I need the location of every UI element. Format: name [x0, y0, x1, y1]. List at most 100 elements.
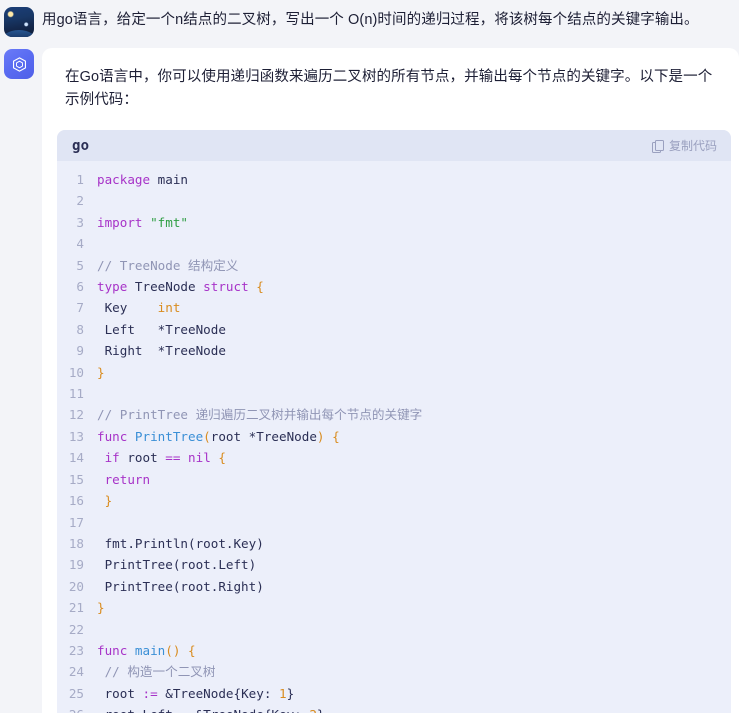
code-token: &TreeNode{Key: — [157, 685, 279, 701]
code-line-text: PrintTree(root.Left) — [97, 554, 257, 575]
code-token: "fmt" — [150, 214, 188, 230]
code-line-text: root := &TreeNode{Key: 1} — [97, 683, 295, 704]
code-token: } — [97, 364, 105, 380]
code-line: 4 — [57, 233, 731, 254]
code-line: 13 func PrintTree(root *TreeNode) { — [57, 426, 731, 447]
copy-code-label: 复制代码 — [668, 139, 717, 153]
code-token: root.Left — [97, 707, 180, 713]
code-line-number: 5 — [76, 257, 84, 273]
code-line: 20 PrintTree(root.Right) — [57, 576, 731, 597]
code-token: Left *TreeNode — [97, 321, 226, 337]
code-line-text: if root == nil { — [97, 447, 226, 468]
code-token: } — [97, 600, 105, 616]
user-message-text: 用go语言，给定一个n结点的二叉树，写出一个 O(n)时间的递归过程，将该树每个… — [42, 12, 699, 28]
code-line-number: 12 — [68, 407, 84, 423]
code-line-number: 6 — [76, 279, 84, 295]
code-token: == — [165, 450, 181, 466]
code-line: 17 — [57, 512, 731, 533]
code-line-text: func main() { — [97, 640, 196, 661]
code-line-text: type TreeNode struct { — [97, 276, 264, 297]
code-token: Right *TreeNode — [97, 343, 226, 359]
code-token: main — [134, 642, 166, 658]
code-line-number: 10 — [68, 364, 84, 380]
assistant-intro-text: 在Go语言中，你可以使用递归函数来遍历二叉树的所有节点，并输出每个节点的关键字。… — [65, 69, 713, 108]
code-line-text: Right *TreeNode — [97, 340, 226, 361]
user-message-turn: 用go语言，给定一个n结点的二叉树，写出一个 O(n)时间的递归过程，将该树每个… — [0, 0, 739, 37]
code-line-text: // 构造一个二叉树 — [97, 661, 216, 682]
copy-code-button[interactable]: 复制代码 — [651, 137, 717, 154]
code-line: 8 Left *TreeNode — [57, 319, 731, 340]
code-line-number: 17 — [68, 514, 84, 530]
code-language-label: go — [72, 137, 90, 154]
code-line-text: func PrintTree(root *TreeNode) { — [97, 426, 340, 447]
code-line-number: 11 — [68, 386, 84, 402]
code-token: := — [142, 685, 158, 701]
code-token: func — [97, 428, 135, 444]
code-line-number: 21 — [68, 600, 84, 616]
code-line: 14 if root == nil { — [57, 447, 731, 468]
assistant-avatar[interactable] — [4, 49, 34, 79]
code-token: // 构造一个二叉树 — [97, 664, 216, 680]
code-line: 24 // 构造一个二叉树 — [57, 661, 731, 682]
code-token: root — [127, 450, 166, 466]
code-line-number: 15 — [68, 471, 84, 487]
code-line-number: 23 — [68, 642, 84, 658]
code-line-text: root.Left = &TreeNode{Key: 2} — [97, 704, 325, 713]
code-line: 21} — [57, 597, 731, 618]
code-line-text: // TreeNode 结构定义 — [97, 255, 238, 276]
code-token: int — [157, 300, 181, 316]
code-token: package — [97, 172, 158, 187]
code-token: ( — [203, 428, 211, 444]
code-line: 15 return — [57, 469, 731, 490]
code-token: &TreeNode{Key: — [188, 707, 309, 713]
code-line-text: Key int — [97, 297, 181, 318]
code-token: { — [218, 450, 226, 466]
code-token: type — [97, 279, 135, 295]
user-avatar[interactable] — [4, 7, 34, 37]
code-line-number: 19 — [68, 557, 84, 573]
code-token: // PrintTree 递归遍历二叉树并输出每个节点的关键字 — [97, 407, 423, 423]
code-token: struct — [203, 279, 249, 295]
code-token: fmt.Println(root.Key) — [97, 535, 264, 551]
code-token: PrintTree(root.Left) — [97, 557, 257, 573]
code-line: 1 package main — [57, 169, 731, 190]
code-line-number: 22 — [68, 621, 84, 637]
code-line-number: 26 — [57, 704, 97, 713]
code-line-number: 7 — [76, 300, 84, 316]
code-content[interactable]: 1 package main 2 3 import "fmt" 4 5 // TreeNo… — [57, 161, 731, 713]
code-line-number: 14 — [68, 450, 84, 466]
code-token: ) — [316, 428, 325, 444]
code-line: 2 — [57, 190, 731, 211]
code-line: 16 } — [57, 490, 731, 511]
code-line-number: 20 — [68, 578, 84, 594]
code-line: 9 Right *TreeNode — [57, 340, 731, 361]
code-line-number: 4 — [76, 236, 84, 252]
code-token: import — [97, 214, 151, 230]
code-line: 19 PrintTree(root.Left) — [57, 554, 731, 575]
code-token: // TreeNode 结构定义 — [97, 257, 239, 273]
code-line: 10} — [57, 362, 731, 383]
code-line-text: } — [97, 597, 105, 618]
code-token: 1 — [279, 685, 287, 701]
code-line-text: Left *TreeNode — [97, 319, 226, 340]
code-line: 18 fmt.Println(root.Key) — [57, 533, 731, 554]
code-line: 12 // PrintTree 递归遍历二叉树并输出每个节点的关键字 — [57, 404, 731, 425]
code-token: nil — [188, 450, 211, 466]
code-line-number: 13 — [68, 428, 84, 444]
code-token: TreeNode — [134, 279, 204, 295]
code-line-text: } — [97, 490, 113, 511]
code-token: } — [286, 685, 295, 701]
code-line-number: 18 — [68, 535, 84, 551]
code-line: 23 func main() { — [57, 640, 731, 661]
code-line: 22 — [57, 619, 731, 640]
code-line-text: package main — [97, 169, 188, 190]
